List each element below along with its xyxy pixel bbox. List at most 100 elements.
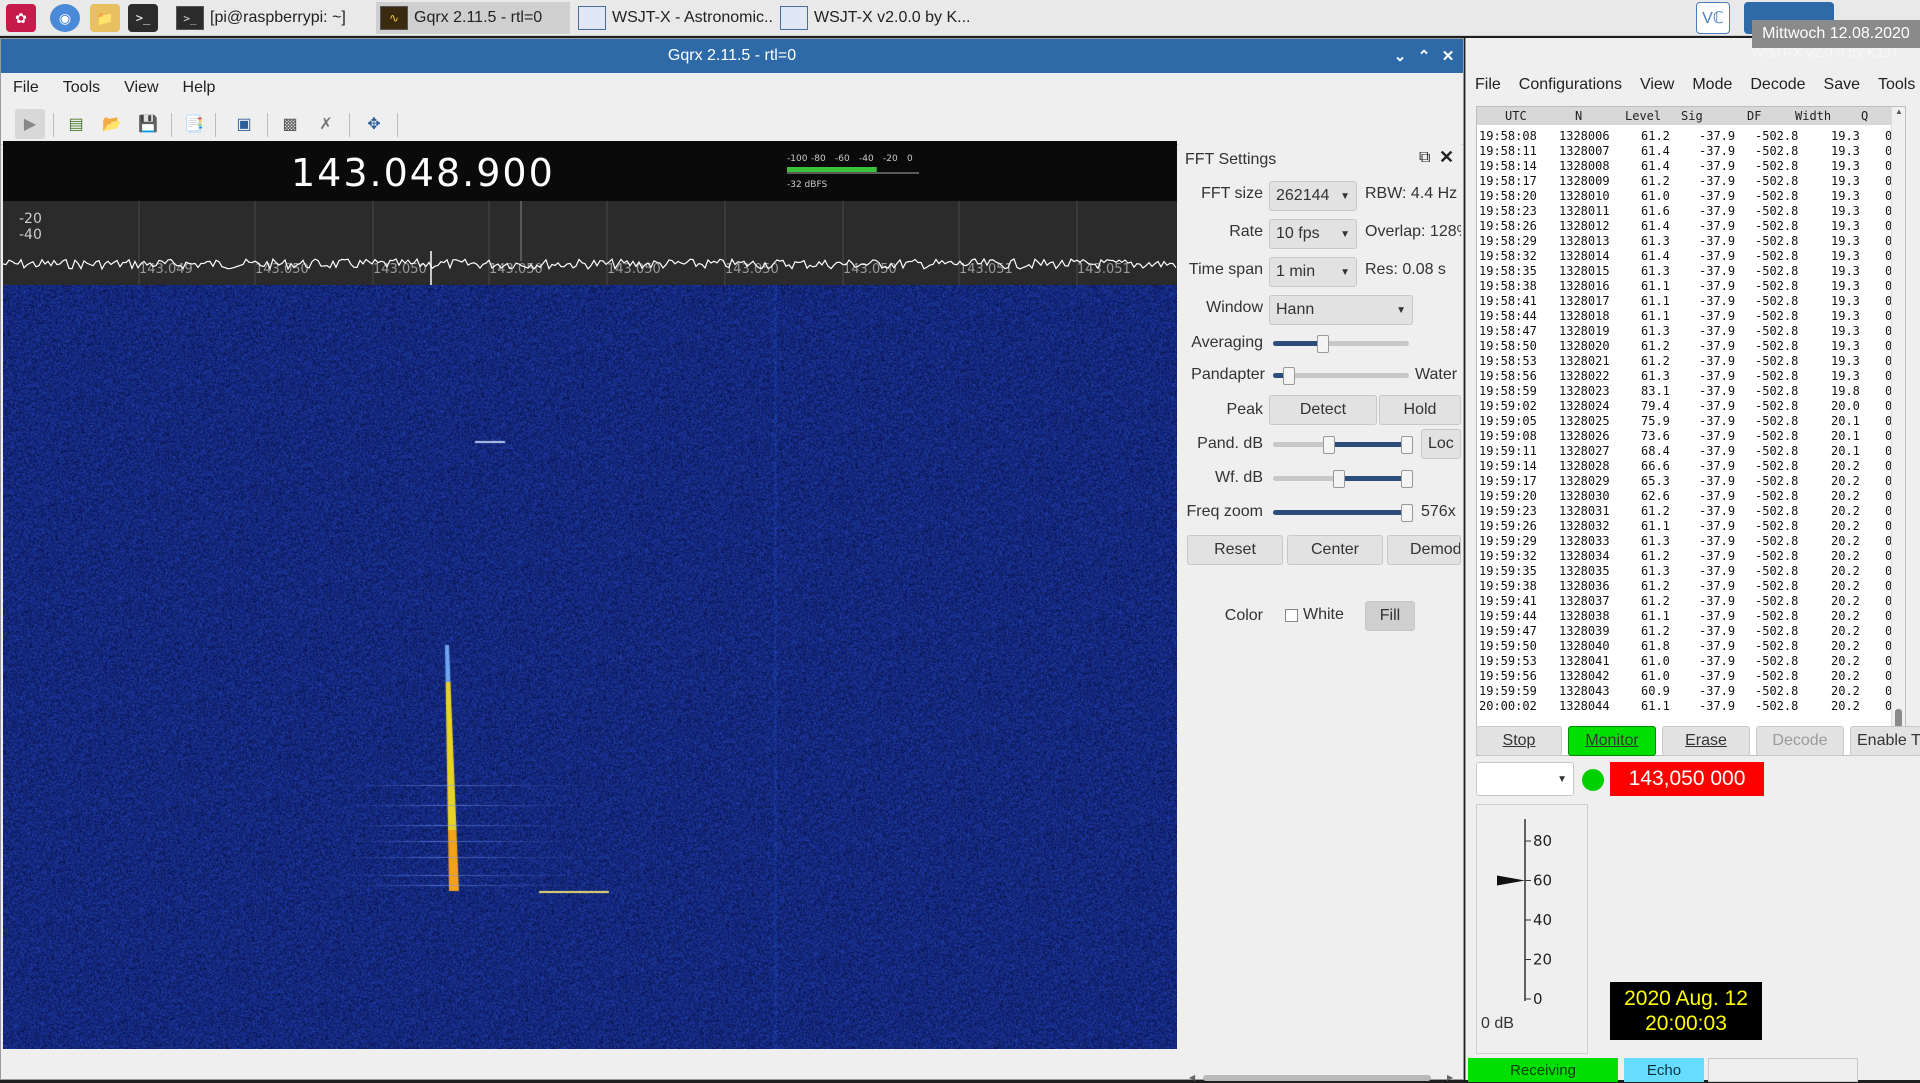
wsjt-menu-tools[interactable]: Tools bbox=[1869, 76, 1920, 94]
enable-tx-button[interactable]: Enable Tx bbox=[1850, 726, 1920, 756]
wsjt-menu-mode[interactable]: Mode bbox=[1683, 76, 1741, 94]
table-vscroll[interactable]: ▲ ▼ bbox=[1891, 107, 1905, 755]
web-browser-icon[interactable]: ◉ bbox=[50, 4, 80, 32]
table-cell: 61.6 bbox=[1641, 204, 1670, 218]
raspberry-menu-icon[interactable]: ✿ bbox=[6, 4, 36, 32]
table-cell: 61.2 bbox=[1641, 354, 1670, 368]
window-select[interactable]: Hann ▼ bbox=[1269, 295, 1413, 325]
peak-hold-button[interactable]: Hold bbox=[1379, 395, 1461, 425]
table-cell: 19:59:08 bbox=[1479, 429, 1537, 443]
erase-button[interactable]: Erase bbox=[1662, 726, 1750, 756]
taskbar-terminal-label: [pi@raspberrypi: ~] bbox=[210, 9, 346, 26]
table-cell: 61.1 bbox=[1641, 609, 1670, 623]
menu-file[interactable]: File bbox=[1, 79, 51, 97]
pand-db-handle-low[interactable] bbox=[1323, 436, 1335, 454]
menu-help[interactable]: Help bbox=[171, 79, 228, 97]
table-cell: -502.8 bbox=[1755, 579, 1799, 593]
waterfall[interactable] bbox=[3, 285, 1177, 1049]
dial-frequency-display[interactable]: 143,050 000 bbox=[1610, 762, 1764, 796]
wsjt-menu-file[interactable]: File bbox=[1466, 76, 1510, 94]
screenshot-icon[interactable]: ▣ bbox=[229, 109, 259, 139]
device-icon[interactable]: ▤ bbox=[61, 109, 91, 139]
table-row: 19:59:59 1328043 60.9 -37.9 -502.8 20.2 0 bbox=[1477, 684, 1892, 699]
gqrx-title-bar[interactable]: Gqrx 2.11.5 - rtl=0 ⌄ ⌃ ✕ bbox=[1, 39, 1463, 73]
bookmark-icon[interactable]: 📑 bbox=[179, 109, 209, 139]
frequency-display[interactable]: 143.048.900 bbox=[291, 151, 555, 195]
averaging-slider-fill bbox=[1273, 341, 1321, 346]
wsjt-menu-configurations[interactable]: Configurations bbox=[1510, 76, 1631, 94]
table-cell: -37.9 bbox=[1699, 324, 1736, 338]
fft-size-select[interactable]: 262144 ▼ bbox=[1269, 181, 1357, 211]
rate-label: Rate bbox=[1229, 223, 1263, 240]
remote-control-icon[interactable]: ▩ bbox=[275, 109, 305, 139]
close-icon[interactable]: ✕ bbox=[1437, 45, 1459, 67]
taskbar-clock: Mittwoch 12.08.2020 bbox=[1752, 20, 1920, 48]
waterfall-canvas[interactable] bbox=[3, 285, 1177, 1049]
minimize-icon[interactable]: ⌄ bbox=[1389, 45, 1411, 67]
peak-detect-button[interactable]: Detect bbox=[1269, 395, 1377, 425]
stop-button[interactable]: Stop bbox=[1476, 726, 1562, 756]
timespan-select[interactable]: 1 min ▼ bbox=[1269, 257, 1357, 287]
scroll-left-icon[interactable]: ◀ bbox=[1189, 1073, 1195, 1082]
maximize-icon[interactable]: ⌃ bbox=[1413, 45, 1435, 67]
table-cell: 1328010 bbox=[1559, 189, 1610, 203]
fft-panel-hscroll[interactable]: ◀ ▶ bbox=[1189, 1073, 1457, 1083]
save-icon[interactable]: 💾 bbox=[133, 109, 163, 139]
zoom-demod-button[interactable]: Demod bbox=[1387, 535, 1461, 565]
taskbar-wsjt-astro-window[interactable]: WSJT-X - Astronomic... bbox=[574, 2, 774, 34]
monitor-button[interactable]: Monitor bbox=[1568, 726, 1656, 756]
menu-view[interactable]: View bbox=[112, 79, 170, 97]
fill-toggle-button[interactable]: Fill bbox=[1365, 601, 1415, 631]
zoom-reset-button[interactable]: Reset bbox=[1187, 535, 1283, 565]
fft-size-label: FFT size bbox=[1201, 185, 1263, 202]
scroll-up-icon[interactable]: ▲ bbox=[1895, 107, 1903, 116]
wf-db-handle-high[interactable] bbox=[1401, 470, 1413, 488]
table-cell: 79.4 bbox=[1641, 399, 1670, 413]
band-select[interactable]: ▼ bbox=[1476, 762, 1574, 796]
start-dsp-icon[interactable]: ▶ bbox=[15, 109, 45, 139]
float-panel-icon[interactable]: ⧉ bbox=[1419, 149, 1430, 167]
tools-icon[interactable]: ✗ bbox=[311, 109, 341, 139]
scroll-right-icon[interactable]: ▶ bbox=[1447, 1073, 1453, 1082]
fft-settings-icon[interactable]: ✥ bbox=[359, 109, 389, 139]
file-manager-icon[interactable]: 📁 bbox=[90, 4, 120, 32]
scroll-thumb[interactable] bbox=[1203, 1075, 1431, 1081]
averaging-slider-handle[interactable] bbox=[1317, 335, 1329, 353]
gqrx-icon: ∿ bbox=[380, 6, 408, 30]
lock-button[interactable]: Loc bbox=[1421, 429, 1461, 459]
chevron-down-icon: ▼ bbox=[1396, 304, 1406, 316]
vnc-icon[interactable]: Vℂ bbox=[1696, 2, 1730, 34]
open-folder-icon[interactable]: 📂 bbox=[97, 109, 127, 139]
decode-button[interactable]: Decode bbox=[1756, 726, 1844, 756]
rate-select[interactable]: 10 fps ▼ bbox=[1269, 219, 1357, 249]
close-panel-icon[interactable]: ✕ bbox=[1439, 147, 1454, 168]
zoom-center-button[interactable]: Center bbox=[1287, 535, 1383, 565]
table-row: 19:58:41 1328017 61.1 -37.9 -502.8 19.3 0 bbox=[1477, 294, 1892, 309]
status-blank bbox=[1708, 1058, 1858, 1082]
echo-results-table: UTC N Level Sig DF Width Q 19:58:08 13280… bbox=[1476, 106, 1906, 756]
wsjt-menu-view[interactable]: View bbox=[1631, 76, 1683, 94]
table-cell: -502.8 bbox=[1755, 399, 1799, 413]
menu-tools[interactable]: Tools bbox=[51, 79, 112, 97]
pand-db-handle-high[interactable] bbox=[1401, 436, 1413, 454]
freq-zoom-handle[interactable] bbox=[1401, 504, 1413, 522]
taskbar-terminal-window[interactable]: >_ [pi@raspberrypi: ~] bbox=[172, 2, 372, 34]
spectrum-plot[interactable]: -20 -40 143.049 143.050 143.050 143.050 143.… bbox=[2, 201, 1177, 285]
wsjt-menu-decode[interactable]: Decode bbox=[1741, 76, 1814, 94]
gqrx-menu-bar: File Tools View Help bbox=[1, 73, 1463, 103]
table-cell: 1328008 bbox=[1559, 159, 1610, 173]
pandapter-split-handle[interactable] bbox=[1283, 367, 1295, 385]
taskbar-gqrx-window[interactable]: ∿ Gqrx 2.11.5 - rtl=0 bbox=[376, 2, 570, 34]
terminal-launcher-icon[interactable]: >_ bbox=[128, 4, 158, 32]
pandapter-freq-label: 143.050 bbox=[255, 262, 309, 277]
wf-db-handle-low[interactable] bbox=[1333, 470, 1345, 488]
utc-clock: 2020 Aug. 12 20:00:03 bbox=[1610, 982, 1762, 1040]
table-cell: -37.9 bbox=[1699, 459, 1736, 473]
white-checkbox[interactable] bbox=[1285, 609, 1298, 622]
table-cell: -502.8 bbox=[1755, 354, 1799, 368]
wsjt-menu-save[interactable]: Save bbox=[1815, 76, 1869, 94]
pandapter[interactable]: -20 -40 143.049 143.050 143.050 143.050 143.… bbox=[2, 201, 1177, 285]
table-row: 19:59:35 1328035 61.3 -37.9 -502.8 20.2 0 bbox=[1477, 564, 1892, 579]
taskbar-wsjt-window[interactable]: WSJT-X v2.0.0 by K... bbox=[776, 2, 976, 34]
wf-db-range bbox=[1339, 476, 1409, 481]
